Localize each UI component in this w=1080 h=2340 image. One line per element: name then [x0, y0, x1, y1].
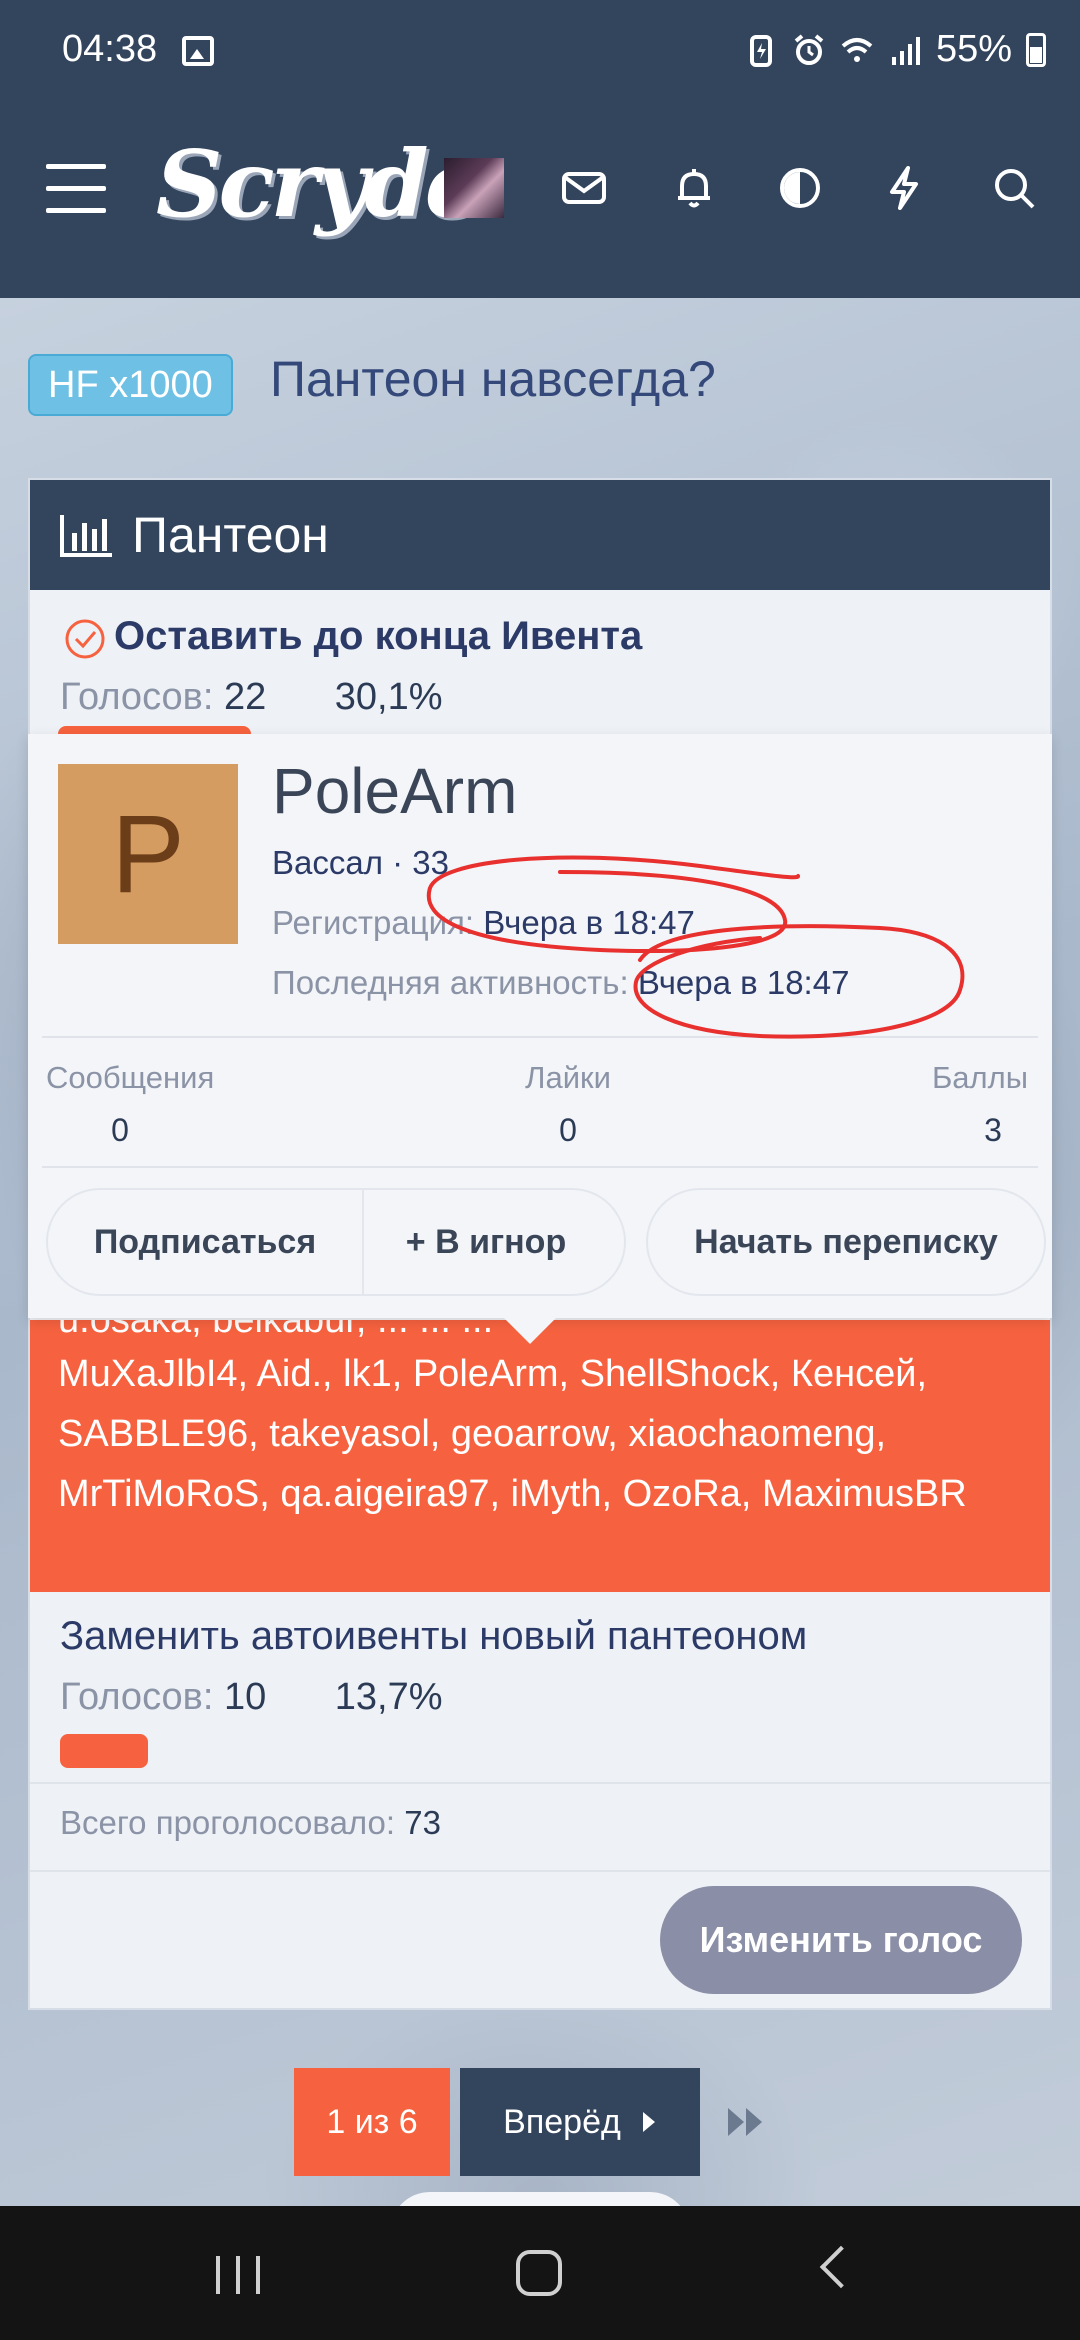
last-activity-line: Последняя активность: Вчера в 18:47	[272, 964, 849, 1002]
member-title: Вассал · 33	[272, 844, 450, 881]
home-icon[interactable]	[516, 2250, 562, 2296]
poll-option-label: Оставить до конца Ивента	[114, 614, 643, 658]
total-votes: Всего проголосовало: 73	[60, 1804, 441, 1842]
recent-apps-icon[interactable]	[216, 2256, 260, 2294]
stat-label: Лайки	[525, 1060, 611, 1095]
votes-label: Голосов:	[60, 676, 214, 718]
votes-label: Голосов:	[60, 1676, 214, 1718]
voters-text: MuXaJlbI4, Aid., lk1, PoleArm, ShellShoc…	[58, 1353, 967, 1515]
votes-count: 22	[223, 676, 267, 718]
alarm-icon	[794, 33, 824, 65]
registration-line: Регистрация: Вчера в 18:47	[272, 904, 695, 942]
pagination-next-button[interactable]: Вперёд	[460, 2068, 700, 2176]
last-activity-label: Последняя активность:	[272, 964, 629, 1001]
lightning-icon[interactable]	[880, 164, 928, 212]
caret-right-icon	[642, 2112, 655, 2132]
poll-voters-list: u.osaka, belkabur, ... ... ... MuXaJlbI4…	[30, 1320, 1050, 1592]
thread-prefix-badge[interactable]: HF x1000	[28, 354, 233, 416]
system-navigation-bar	[0, 2206, 1080, 2340]
status-right: 55%	[744, 28, 1046, 71]
battery-saver-icon	[749, 34, 772, 67]
bell-icon[interactable]	[670, 164, 718, 212]
user-avatar[interactable]	[444, 158, 504, 218]
member-name[interactable]: PoleArm	[272, 754, 517, 828]
votes-percent: 30,1%	[334, 676, 443, 718]
wifi-icon	[841, 37, 873, 62]
chart-icon	[60, 515, 112, 557]
stat-value: 3	[984, 1112, 1002, 1148]
contrast-icon[interactable]	[776, 164, 824, 212]
signal-icon	[891, 36, 920, 65]
votes-percent: 13,7%	[334, 1676, 443, 1718]
stat-label: Сообщения	[46, 1060, 215, 1095]
image-notification-icon	[182, 36, 214, 66]
total-votes-label: Всего проголосовало:	[60, 1804, 396, 1841]
stat-likes[interactable]: Лайки 0	[508, 1060, 628, 1149]
registration-value: Вчера в 18:47	[483, 904, 695, 941]
selected-check-icon	[65, 619, 105, 659]
start-conversation-button[interactable]: Начать переписку	[646, 1188, 1046, 1296]
back-icon[interactable]	[819, 2245, 863, 2289]
site-logo[interactable]: Scryde	[156, 130, 483, 238]
divider	[30, 1782, 1050, 1784]
battery-percent: 55%	[935, 28, 1012, 70]
poll-option-bar	[60, 1734, 148, 1768]
mail-icon[interactable]	[560, 164, 608, 212]
battery-icon	[1026, 32, 1046, 67]
stat-value: 0	[559, 1112, 577, 1148]
pagination-current[interactable]: 1 из 6	[294, 2068, 450, 2176]
registration-label: Регистрация:	[272, 904, 475, 941]
last-page-icon[interactable]	[724, 2100, 768, 2144]
divider	[42, 1036, 1038, 1038]
votes-count: 10	[223, 1676, 267, 1718]
divider	[30, 1870, 1050, 1872]
menu-icon[interactable]	[46, 164, 106, 214]
last-activity-value: Вчера в 18:47	[637, 964, 850, 1001]
ignore-button[interactable]: + В игнор	[364, 1190, 608, 1294]
status-time: 04:38	[62, 28, 158, 70]
poll-option-stats: Голосов: 10 13,7%	[60, 1676, 443, 1719]
next-label: Вперёд	[503, 2102, 621, 2141]
stat-label: Баллы	[931, 1060, 1028, 1095]
total-votes-value: 73	[404, 1804, 441, 1841]
status-bar: 04:38 55%	[0, 0, 1080, 100]
member-tooltip-card: P PoleArm Вассал · 33 Регистрация: Вчера…	[28, 734, 1052, 1344]
poll-option-label: Заменить автоивенты новый пантеоном	[60, 1614, 808, 1658]
change-vote-button[interactable]: Изменить голос	[660, 1886, 1022, 1994]
app-header: Scryde	[0, 100, 1080, 298]
stat-value: 0	[111, 1112, 129, 1148]
poll-header: Пантеон	[30, 480, 1050, 590]
divider	[42, 1166, 1038, 1168]
follow-ignore-group: Подписаться + В игнор	[46, 1188, 626, 1296]
stat-points[interactable]: Баллы 3	[918, 1060, 1028, 1149]
member-avatar[interactable]: P	[58, 764, 238, 944]
stat-messages[interactable]: Сообщения 0	[46, 1060, 214, 1149]
page-title: Пантеон навсегда?	[270, 351, 716, 407]
poll-title: Пантеон	[132, 507, 329, 563]
poll-option-stats: Голосов: 22 30,1%	[60, 676, 443, 719]
follow-button[interactable]: Подписаться	[48, 1190, 364, 1294]
search-icon[interactable]	[990, 164, 1038, 212]
